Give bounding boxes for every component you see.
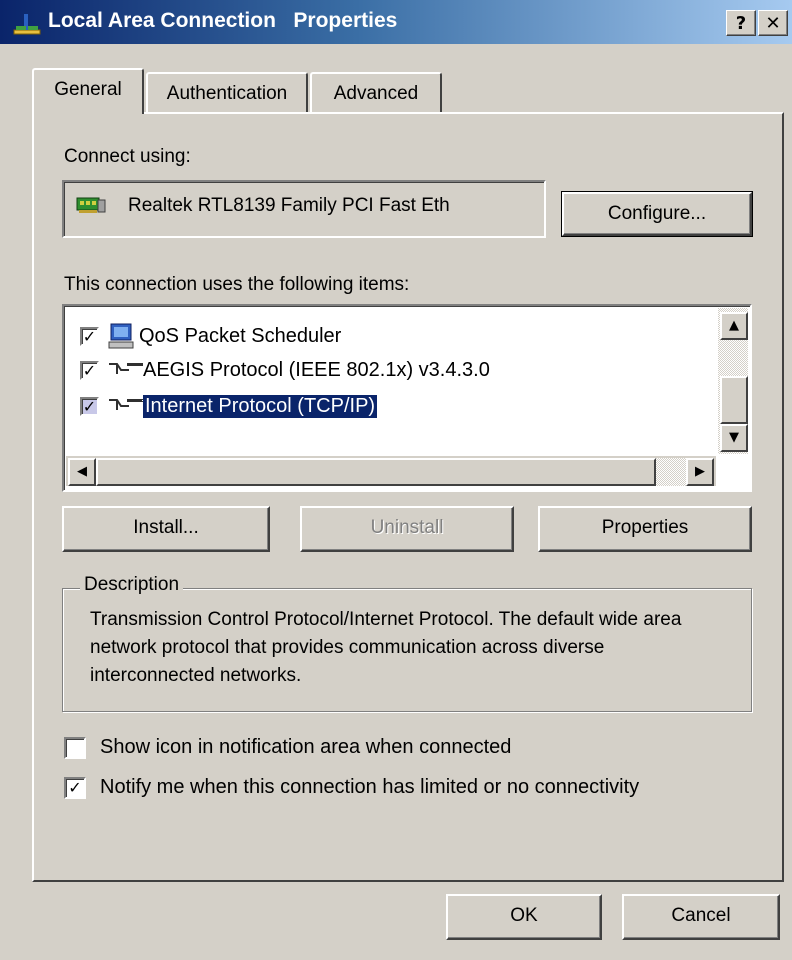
scroll-left-button[interactable]: ◀ <box>68 458 96 486</box>
help-button[interactable]: ? <box>726 10 756 36</box>
properties-button[interactable]: Properties <box>538 506 752 552</box>
item-label: QoS Packet Scheduler <box>139 324 342 347</box>
protocol-icon <box>109 399 143 410</box>
list-item[interactable]: ✓ AEGIS Protocol (IEEE 802.1x) v3.4.3.0 <box>80 352 490 388</box>
horizontal-scroll-track[interactable] <box>656 458 686 486</box>
uninstall-button-label: Uninstall <box>370 517 444 538</box>
close-button[interactable]: ✕ <box>758 10 788 36</box>
network-connection-icon <box>13 14 41 35</box>
cancel-button[interactable]: Cancel <box>622 894 780 940</box>
scroll-right-button[interactable]: ▶ <box>686 458 714 486</box>
item-checkbox[interactable]: ✓ <box>80 360 99 380</box>
adapter-name: Realtek RTL8139 Family PCI Fast Eth <box>128 195 450 216</box>
list-item-selected[interactable]: ✓ Internet Protocol (TCP/IP) <box>80 388 379 424</box>
scheduler-icon <box>108 323 134 349</box>
show-icon-option[interactable]: Show icon in notification area when conn… <box>64 736 511 759</box>
tab-general[interactable]: General <box>32 68 144 114</box>
scroll-up-button[interactable]: ▲ <box>720 312 748 340</box>
protocol-icon <box>109 363 143 374</box>
window-title: Local Area Connection Properties <box>48 9 398 32</box>
scroll-down-button[interactable]: ▼ <box>720 424 748 452</box>
show-icon-label: Show icon in notification area when conn… <box>100 736 512 758</box>
item-checkbox[interactable]: ✓ <box>80 326 99 346</box>
horizontal-scroll-thumb[interactable] <box>96 458 656 486</box>
description-text: Transmission Control Protocol/Internet P… <box>90 609 682 686</box>
connect-using-label: Connect using: <box>64 146 191 167</box>
ok-button-label: OK <box>510 905 538 926</box>
vertical-scroll-thumb[interactable] <box>720 376 748 424</box>
notify-option[interactable]: ✓ Notify me when this connection has lim… <box>64 776 639 799</box>
ok-button[interactable]: OK <box>446 894 602 940</box>
items-label: This connection uses the following items… <box>64 274 410 295</box>
install-button-label: Install... <box>133 517 199 538</box>
network-card-icon <box>76 197 106 213</box>
show-icon-checkbox[interactable] <box>64 736 86 759</box>
install-button[interactable]: Install... <box>62 506 270 552</box>
cancel-button-label: Cancel <box>671 905 731 926</box>
configure-button[interactable]: Configure... <box>561 191 753 237</box>
tab-advanced[interactable]: Advanced <box>310 72 442 114</box>
uninstall-button[interactable]: Uninstall <box>300 506 514 552</box>
properties-button-label: Properties <box>601 517 689 538</box>
item-label: AEGIS Protocol (IEEE 802.1x) v3.4.3.0 <box>143 358 490 381</box>
list-item[interactable]: ✓ QoS Packet Scheduler <box>80 318 341 354</box>
tab-authentication[interactable]: Authentication <box>146 72 308 114</box>
notify-checkbox[interactable]: ✓ <box>64 776 86 799</box>
configure-button-label: Configure... <box>607 203 707 224</box>
notify-label: Notify me when this connection has limit… <box>100 776 640 798</box>
description-legend: Description <box>80 574 184 596</box>
item-checkbox[interactable]: ✓ <box>80 396 99 416</box>
item-label: Internet Protocol (TCP/IP) <box>141 393 379 419</box>
